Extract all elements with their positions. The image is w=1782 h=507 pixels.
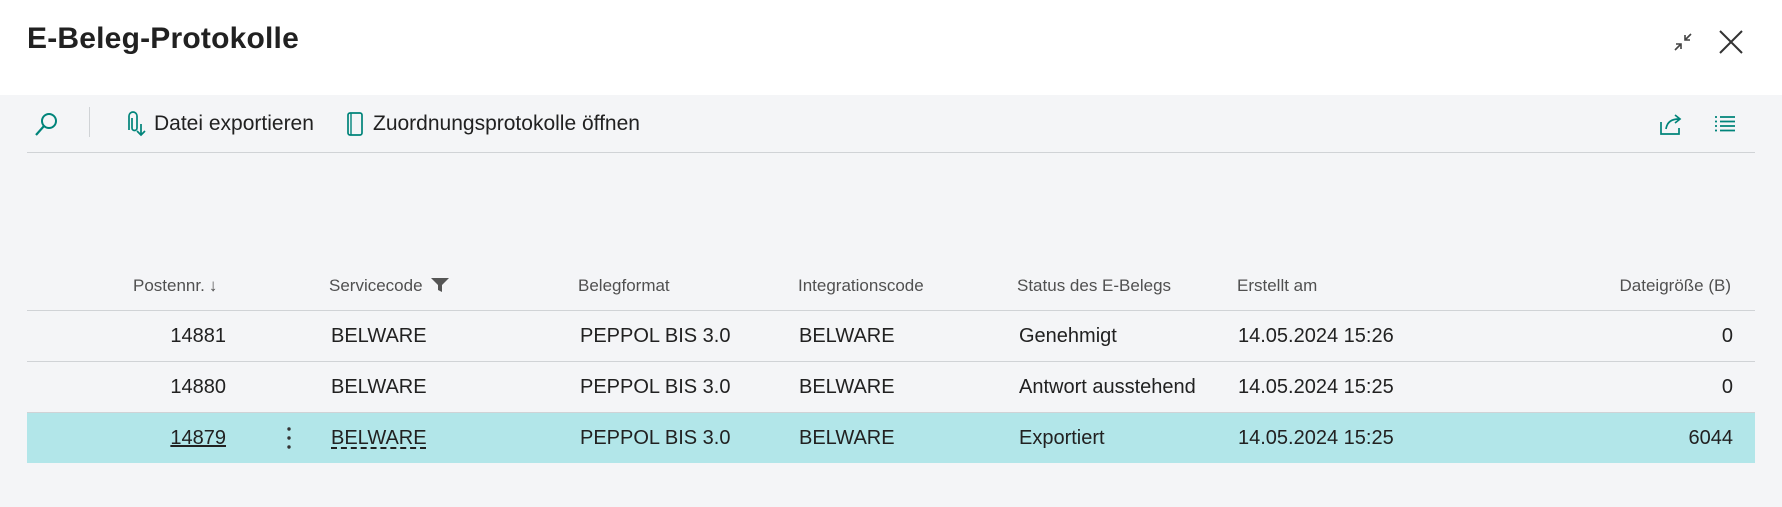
cell-integration-code: BELWARE bbox=[799, 376, 895, 398]
grid-header: Postennr. ↓ Servicecode Belegformat Integ… bbox=[27, 262, 1755, 311]
notebook-icon bbox=[347, 111, 363, 136]
toolbar-divider bbox=[89, 107, 90, 137]
column-header-document-format[interactable]: Belegformat bbox=[578, 262, 670, 310]
cell-service-code[interactable]: BELWARE bbox=[331, 362, 427, 412]
page-header: E-Beleg-Protokolle bbox=[0, 0, 1782, 95]
share-button[interactable] bbox=[1657, 95, 1692, 152]
cell-document-format: PEPPOL BIS 3.0 bbox=[580, 427, 731, 449]
export-file-button[interactable]: Datei exportieren bbox=[123, 95, 314, 152]
cell-service-code[interactable]: BELWARE bbox=[331, 311, 427, 361]
cell-status: Antwort ausstehend bbox=[1019, 376, 1196, 398]
cell-created-at: 14.05.2024 15:25 bbox=[1238, 376, 1394, 398]
cell-integration-code: BELWARE bbox=[799, 325, 895, 347]
cell-file-size: 0 bbox=[1721, 325, 1733, 347]
column-header-service-code[interactable]: Servicecode bbox=[329, 262, 450, 310]
table-row[interactable]: 14880 BELWARE PEPPOL BIS 3.0 BELWARE Ant… bbox=[27, 362, 1755, 413]
list-view-button[interactable] bbox=[1712, 95, 1745, 152]
column-header-created-at[interactable]: Erstellt am bbox=[1237, 262, 1317, 310]
cell-entry-no[interactable]: 14880 bbox=[127, 362, 226, 412]
cell-document-format: PEPPOL BIS 3.0 bbox=[580, 376, 731, 398]
row-actions-button[interactable] bbox=[279, 423, 299, 453]
cell-entry-no[interactable]: 14879 bbox=[127, 413, 226, 463]
share-icon bbox=[1660, 113, 1682, 135]
page-title: E-Beleg-Protokolle bbox=[27, 22, 299, 55]
column-header-file-size[interactable]: Dateigröße (B) bbox=[1620, 262, 1731, 310]
cell-file-size: 0 bbox=[1721, 376, 1733, 398]
cell-service-code[interactable]: BELWARE bbox=[331, 413, 427, 463]
cell-file-size: 6044 bbox=[1688, 427, 1734, 449]
close-icon bbox=[1719, 30, 1743, 54]
action-bar: Datei exportieren Zuordnungsprotokolle ö… bbox=[27, 95, 1755, 153]
list-view-icon bbox=[1715, 115, 1735, 131]
collapse-icon bbox=[1674, 33, 1692, 51]
paperclip-export-icon bbox=[128, 110, 146, 136]
cell-entry-no[interactable]: 14881 bbox=[127, 311, 226, 361]
table-row[interactable]: 14881 BELWARE PEPPOL BIS 3.0 BELWARE Gen… bbox=[27, 311, 1755, 362]
collapse-button[interactable] bbox=[1665, 24, 1701, 60]
close-button[interactable] bbox=[1713, 24, 1749, 60]
open-mapping-logs-label: Zuordnungsprotokolle öffnen bbox=[373, 111, 640, 135]
more-options-icon bbox=[287, 427, 291, 449]
cell-created-at: 14.05.2024 15:26 bbox=[1238, 325, 1394, 347]
open-mapping-logs-button[interactable]: Zuordnungsprotokolle öffnen bbox=[344, 95, 640, 152]
sort-descending-icon: ↓ bbox=[208, 276, 218, 295]
table-row-selected[interactable]: 14879 BELWARE PEPPOL BIS 3.0 BELWARE Exp… bbox=[27, 413, 1755, 463]
cell-created-at: 14.05.2024 15:25 bbox=[1238, 427, 1394, 449]
column-header-entry-no[interactable]: Postennr. ↓ bbox=[133, 262, 217, 310]
search-button[interactable] bbox=[33, 95, 68, 152]
filter-icon bbox=[431, 278, 450, 292]
data-grid: Postennr. ↓ Servicecode Belegformat Integ… bbox=[27, 262, 1755, 463]
cell-document-format: PEPPOL BIS 3.0 bbox=[580, 325, 731, 347]
column-header-integration-code[interactable]: Integrationscode bbox=[798, 262, 924, 310]
export-file-label: Datei exportieren bbox=[154, 111, 314, 135]
column-header-status[interactable]: Status des E-Belegs bbox=[1017, 262, 1171, 310]
cell-integration-code: BELWARE bbox=[799, 427, 895, 449]
search-icon bbox=[35, 112, 57, 136]
cell-status: Genehmigt bbox=[1019, 325, 1117, 347]
cell-status: Exportiert bbox=[1019, 427, 1105, 449]
